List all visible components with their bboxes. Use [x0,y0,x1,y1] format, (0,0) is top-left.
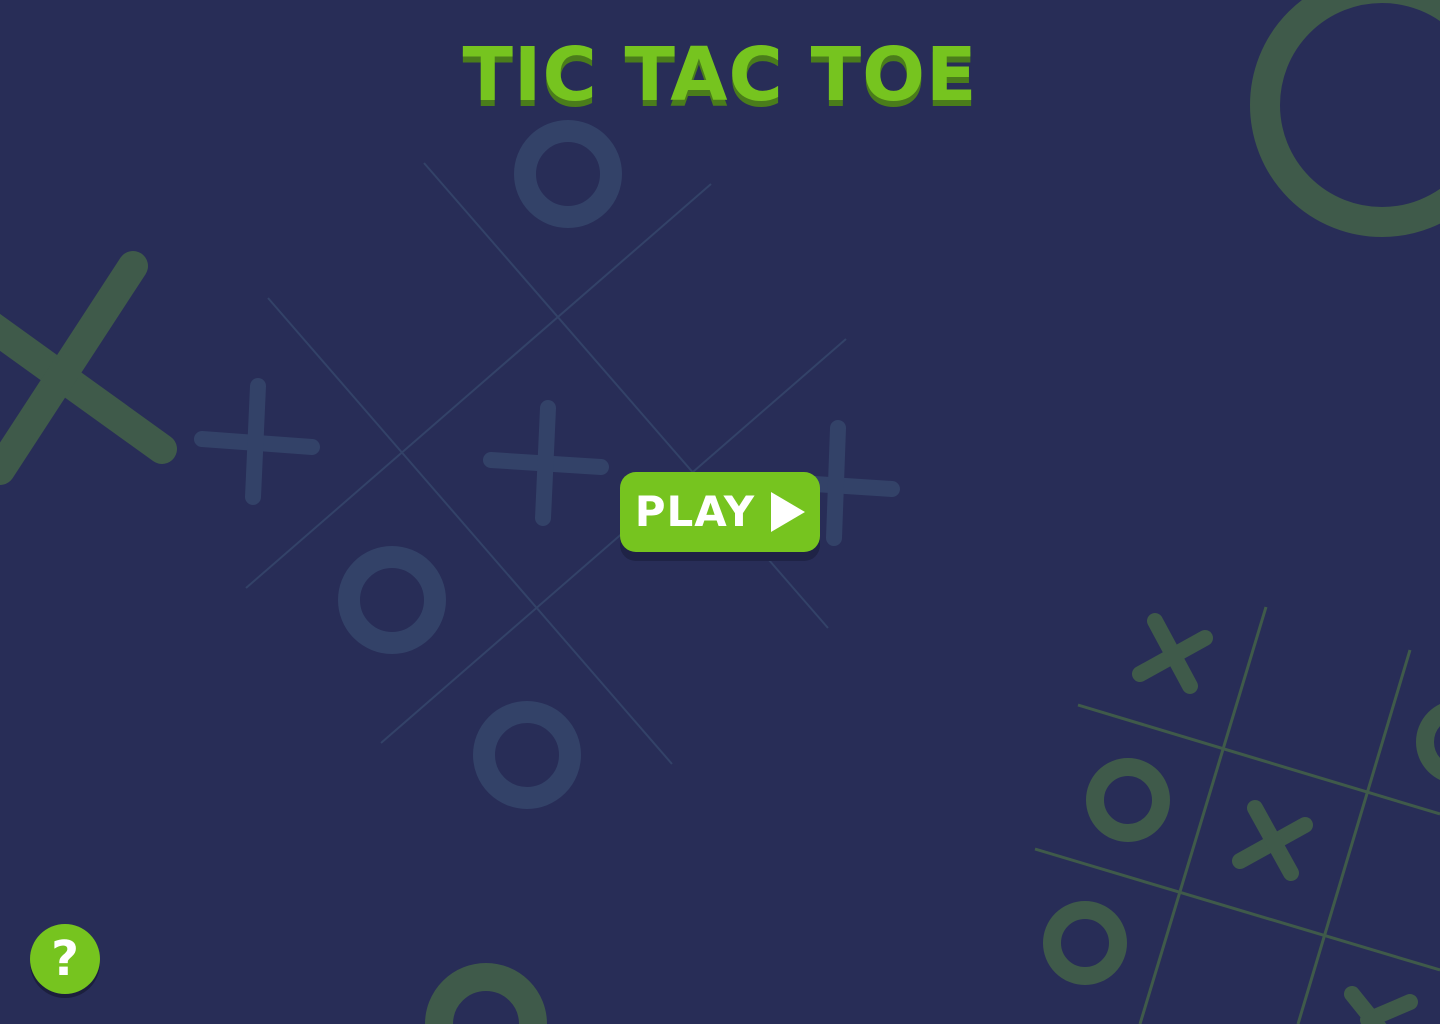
faint-o-mark [473,701,581,809]
corner-x-mark [1232,800,1313,881]
faint-x-mark [194,378,320,505]
play-button[interactable]: PLAY [620,472,820,552]
play-triangle-icon [771,492,806,532]
corner-o-mark [1086,758,1170,842]
corner-x-mark [1344,986,1418,1024]
faint-o-mark [338,546,446,654]
play-button-label: PLAY [634,487,756,536]
corner-o-mark [1043,901,1127,985]
partial-o-mark [425,963,547,1024]
faint-x-mark [483,400,609,526]
faint-o-mark [514,120,622,228]
corner-o-mark [1416,704,1440,780]
faint-grid-board [245,162,847,765]
corner-grid-board [1034,606,1440,1024]
corner-x-mark [1132,613,1213,694]
game-title: TIC TAC TOE [462,32,978,118]
help-button[interactable]: ? [30,924,100,994]
large-x-mark [0,251,177,485]
